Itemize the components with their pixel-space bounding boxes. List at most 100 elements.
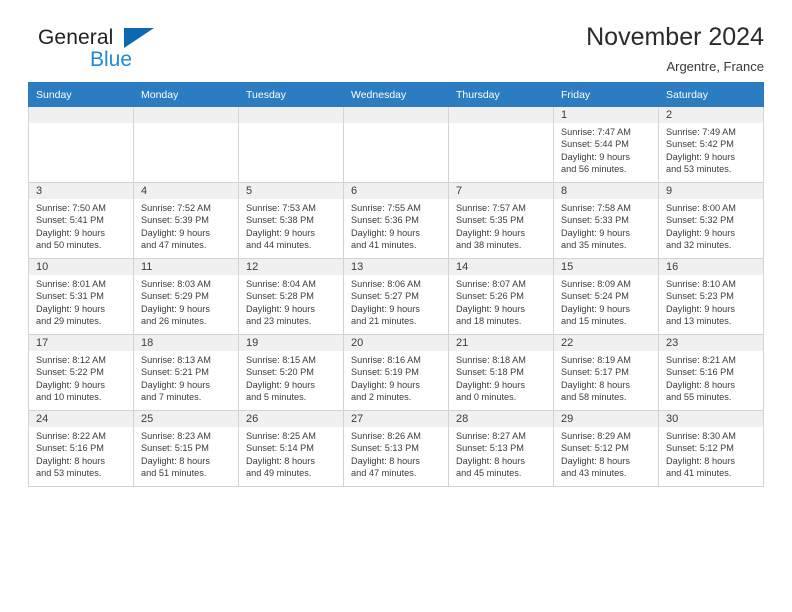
calendar-day-cell[interactable]: 16 Sunrise: 8:10 AM Sunset: 5:23 PM Dayligh… — [658, 258, 764, 335]
day-detail-sunrise: Sunrise: 7:47 AM — [561, 127, 631, 137]
calendar-day-cell[interactable]: 3 Sunrise: 7:50 AM Sunset: 5:41 PM Daylight… — [28, 182, 134, 259]
day-detail-sunset: Sunset: 5:16 PM — [666, 367, 734, 378]
calendar-day-cell[interactable]: 12 Sunrise: 8:04 AM Sunset: 5:28 PM Dayligh… — [238, 258, 344, 335]
day-details: Sunrise: 7:49 AM Sunset: 5:42 PM Daylight:… — [659, 123, 763, 176]
day-details: Sunrise: 8:04 AM Sunset: 5:28 PM Daylight:… — [239, 275, 343, 328]
day-detail-daylight-line1: Daylight: 9 hours — [351, 227, 420, 238]
day-detail-sunrise: Sunrise: 8:09 AM — [561, 279, 631, 289]
general-blue-logo[interactable]: General Blue — [28, 24, 158, 76]
day-detail-daylight-line1: Daylight: 9 hours — [246, 379, 315, 390]
day-details: Sunrise: 7:53 AM Sunset: 5:38 PM Daylight:… — [239, 199, 343, 252]
weekday-header-saturday: Saturday — [658, 82, 764, 107]
title-block: November 2024 Argentre, France — [586, 24, 764, 75]
day-detail-sunset: Sunset: 5:12 PM — [666, 443, 734, 454]
day-cell-inner: 19 Sunrise: 8:15 AM Sunset: 5:20 PM Dayligh… — [239, 335, 343, 410]
day-number: 10 — [29, 259, 133, 275]
day-cell-inner: 8 Sunrise: 7:58 AM Sunset: 5:33 PM Daylight… — [554, 183, 658, 258]
day-number: 28 — [449, 411, 553, 427]
day-detail-daylight-line2: and 47 minutes. — [351, 468, 417, 479]
day-detail-daylight-line1: Daylight: 9 hours — [36, 379, 105, 390]
calendar-day-cell[interactable]: 7 Sunrise: 7:57 AM Sunset: 5:35 PM Daylight… — [448, 182, 554, 259]
calendar-day-cell[interactable]: 4 Sunrise: 7:52 AM Sunset: 5:39 PM Daylight… — [133, 182, 239, 259]
day-detail-daylight-line2: and 43 minutes. — [561, 468, 627, 479]
calendar-day-cell[interactable]: 17 Sunrise: 8:12 AM Sunset: 5:22 PM Dayligh… — [28, 334, 134, 411]
calendar-day-cell[interactable]: 27 Sunrise: 8:26 AM Sunset: 5:13 PM Dayligh… — [343, 410, 449, 487]
day-detail-daylight-line1: Daylight: 9 hours — [141, 227, 210, 238]
calendar-day-cell[interactable]: 24 Sunrise: 8:22 AM Sunset: 5:16 PM Dayligh… — [28, 410, 134, 487]
day-detail-daylight-line2: and 18 minutes. — [456, 316, 522, 327]
weekday-header-sunday: Sunday — [28, 82, 134, 107]
day-detail-daylight-line2: and 15 minutes. — [561, 316, 627, 327]
calendar-day-cell[interactable]: 8 Sunrise: 7:58 AM Sunset: 5:33 PM Daylight… — [553, 182, 659, 259]
day-detail-sunset: Sunset: 5:35 PM — [456, 215, 524, 226]
day-detail-daylight-line1: Daylight: 9 hours — [36, 303, 105, 314]
calendar-day-cell[interactable]: 2 Sunrise: 7:49 AM Sunset: 5:42 PM Daylight… — [658, 106, 764, 183]
calendar-day-cell[interactable]: 19 Sunrise: 8:15 AM Sunset: 5:20 PM Dayligh… — [238, 334, 344, 411]
day-detail-daylight-line1: Daylight: 9 hours — [246, 303, 315, 314]
day-detail-daylight-line2: and 29 minutes. — [36, 316, 102, 327]
calendar-day-cell[interactable]: 28 Sunrise: 8:27 AM Sunset: 5:13 PM Dayligh… — [448, 410, 554, 487]
day-detail-daylight-line1: Daylight: 8 hours — [561, 379, 630, 390]
day-detail-sunset: Sunset: 5:20 PM — [246, 367, 314, 378]
weekday-header-monday: Monday — [133, 82, 239, 107]
calendar-day-cell[interactable]: 20 Sunrise: 8:16 AM Sunset: 5:19 PM Dayligh… — [343, 334, 449, 411]
day-detail-daylight-line2: and 13 minutes. — [666, 316, 732, 327]
day-detail-sunset: Sunset: 5:29 PM — [141, 291, 209, 302]
day-cell-inner: 3 Sunrise: 7:50 AM Sunset: 5:41 PM Daylight… — [29, 183, 133, 258]
day-number: 26 — [239, 411, 343, 427]
calendar-day-cell[interactable]: 1 Sunrise: 7:47 AM Sunset: 5:44 PM Daylight… — [553, 106, 659, 183]
day-detail-sunrise: Sunrise: 8:13 AM — [141, 355, 211, 365]
day-detail-daylight-line2: and 35 minutes. — [561, 240, 627, 251]
calendar-day-cell[interactable]: 14 Sunrise: 8:07 AM Sunset: 5:26 PM Dayligh… — [448, 258, 554, 335]
calendar-day-cell[interactable]: 6 Sunrise: 7:55 AM Sunset: 5:36 PM Daylight… — [343, 182, 449, 259]
day-number: 8 — [554, 183, 658, 199]
day-details: Sunrise: 7:55 AM Sunset: 5:36 PM Daylight:… — [344, 199, 448, 252]
calendar-day-cell[interactable]: 23 Sunrise: 8:21 AM Sunset: 5:16 PM Dayligh… — [658, 334, 764, 411]
day-detail-daylight-line2: and 7 minutes. — [141, 392, 202, 403]
calendar-day-cell[interactable]: 5 Sunrise: 7:53 AM Sunset: 5:38 PM Daylight… — [238, 182, 344, 259]
calendar-day-cell[interactable]: 13 Sunrise: 8:06 AM Sunset: 5:27 PM Dayligh… — [343, 258, 449, 335]
day-cell-inner: 10 Sunrise: 8:01 AM Sunset: 5:31 PM Dayligh… — [29, 259, 133, 334]
calendar-day-cell[interactable]: 11 Sunrise: 8:03 AM Sunset: 5:29 PM Dayligh… — [133, 258, 239, 335]
calendar-day-cell[interactable]: 30 Sunrise: 8:30 AM Sunset: 5:12 PM Dayligh… — [658, 410, 764, 487]
calendar-day-cell[interactable]: 29 Sunrise: 8:29 AM Sunset: 5:12 PM Dayligh… — [553, 410, 659, 487]
day-details: Sunrise: 8:00 AM Sunset: 5:32 PM Daylight:… — [659, 199, 763, 252]
day-cell-inner: 20 Sunrise: 8:16 AM Sunset: 5:19 PM Dayligh… — [344, 335, 448, 410]
calendar-day-cell[interactable]: 9 Sunrise: 8:00 AM Sunset: 5:32 PM Daylight… — [658, 182, 764, 259]
day-number: 6 — [344, 183, 448, 199]
day-detail-daylight-line1: Daylight: 9 hours — [456, 379, 525, 390]
calendar-week-row: 1 Sunrise: 7:47 AM Sunset: 5:44 PM Daylight… — [28, 106, 764, 183]
weekday-header-row: Sunday Monday Tuesday Wednesday Thursday… — [28, 82, 764, 107]
day-number: 12 — [239, 259, 343, 275]
day-cell-inner: 13 Sunrise: 8:06 AM Sunset: 5:27 PM Dayligh… — [344, 259, 448, 334]
day-detail-daylight-line1: Daylight: 9 hours — [561, 151, 630, 162]
calendar-day-cell[interactable]: 25 Sunrise: 8:23 AM Sunset: 5:15 PM Dayligh… — [133, 410, 239, 487]
day-details: Sunrise: 8:27 AM Sunset: 5:13 PM Daylight:… — [449, 427, 553, 480]
calendar-day-cell[interactable]: 15 Sunrise: 8:09 AM Sunset: 5:24 PM Dayligh… — [553, 258, 659, 335]
day-detail-daylight-line2: and 56 minutes. — [561, 164, 627, 175]
day-detail-daylight-line1: Daylight: 8 hours — [36, 455, 105, 466]
calendar-day-cell[interactable]: 10 Sunrise: 8:01 AM Sunset: 5:31 PM Dayligh… — [28, 258, 134, 335]
day-details: Sunrise: 7:50 AM Sunset: 5:41 PM Daylight:… — [29, 199, 133, 252]
day-detail-daylight-line2: and 53 minutes. — [666, 164, 732, 175]
calendar-day-cell[interactable]: 22 Sunrise: 8:19 AM Sunset: 5:17 PM Dayligh… — [553, 334, 659, 411]
day-detail-sunrise: Sunrise: 8:16 AM — [351, 355, 421, 365]
day-detail-sunrise: Sunrise: 8:23 AM — [141, 431, 211, 441]
day-number: 4 — [134, 183, 238, 199]
day-number: 1 — [554, 107, 658, 123]
day-detail-sunrise: Sunrise: 8:27 AM — [456, 431, 526, 441]
calendar-day-cell[interactable]: 26 Sunrise: 8:25 AM Sunset: 5:14 PM Dayligh… — [238, 410, 344, 487]
calendar-day-cell[interactable]: 18 Sunrise: 8:13 AM Sunset: 5:21 PM Dayligh… — [133, 334, 239, 411]
day-details: Sunrise: 8:26 AM Sunset: 5:13 PM Daylight:… — [344, 427, 448, 480]
day-details: Sunrise: 8:10 AM Sunset: 5:23 PM Daylight:… — [659, 275, 763, 328]
day-details: Sunrise: 8:16 AM Sunset: 5:19 PM Daylight:… — [344, 351, 448, 404]
day-cell-inner: 16 Sunrise: 8:10 AM Sunset: 5:23 PM Dayligh… — [659, 259, 763, 334]
day-number: 27 — [344, 411, 448, 427]
day-detail-daylight-line2: and 2 minutes. — [351, 392, 412, 403]
day-detail-sunset: Sunset: 5:12 PM — [561, 443, 629, 454]
day-cell-inner: 12 Sunrise: 8:04 AM Sunset: 5:28 PM Dayligh… — [239, 259, 343, 334]
day-details: Sunrise: 8:06 AM Sunset: 5:27 PM Daylight:… — [344, 275, 448, 328]
day-detail-sunrise: Sunrise: 7:55 AM — [351, 203, 421, 213]
day-detail-daylight-line1: Daylight: 9 hours — [561, 227, 630, 238]
calendar-day-cell[interactable]: 21 Sunrise: 8:18 AM Sunset: 5:18 PM Dayligh… — [448, 334, 554, 411]
